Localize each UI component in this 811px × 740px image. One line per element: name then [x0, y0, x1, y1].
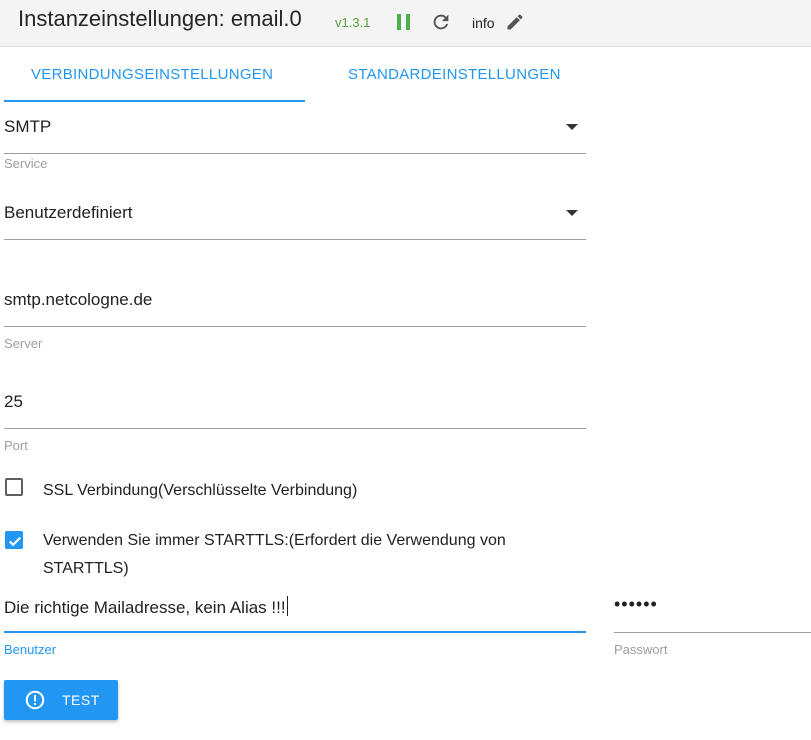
- test-button-label: TEST: [62, 692, 100, 708]
- starttls-checkbox[interactable]: [5, 531, 23, 549]
- starttls-label-line1: Verwenden Sie immer STARTTLS:(Erfordert …: [43, 532, 506, 549]
- chevron-down-icon[interactable]: [566, 124, 578, 130]
- tab-connection-settings[interactable]: VERBINDUNGSEINSTELLUNGEN: [31, 66, 273, 83]
- starttls-label-line2: STARTTLS): [43, 560, 129, 577]
- user-input-text: Die richtige Mailadresse, kein Alias !!!: [4, 598, 286, 617]
- test-button[interactable]: TEST: [4, 680, 118, 720]
- password-input[interactable]: ••••••: [614, 594, 658, 615]
- transport-underline: [4, 153, 586, 154]
- starttls-checkbox-label[interactable]: Verwenden Sie immer STARTTLS:(Erfordert …: [43, 527, 506, 583]
- port-label: Port: [4, 438, 28, 453]
- service-select-value: Benutzerdefiniert: [4, 203, 133, 222]
- transport-label: Service: [4, 156, 48, 171]
- pause-icon[interactable]: [396, 14, 412, 30]
- password-underline: [614, 632, 811, 633]
- edit-icon[interactable]: [505, 12, 525, 32]
- check-icon: [8, 536, 22, 547]
- alert-circle-icon: [25, 690, 45, 710]
- tab-default-settings[interactable]: STANDARDEINSTELLUNGEN: [348, 66, 561, 83]
- page-title: Instanzeinstellungen: email.0: [18, 6, 302, 31]
- server-label: Server: [4, 336, 43, 351]
- user-label: Benutzer: [4, 642, 57, 657]
- server-underline: [4, 326, 586, 327]
- transport-select-value: SMTP: [4, 117, 52, 136]
- password-label: Passwort: [614, 642, 668, 657]
- active-tab-indicator: [4, 100, 305, 102]
- text-caret: [286, 596, 288, 616]
- user-input[interactable]: Die richtige Mailadresse, kein Alias !!!: [4, 596, 288, 618]
- ssl-checkbox[interactable]: [5, 478, 23, 496]
- title-bar: Instanzeinstellungen: email.0 v1.3.1 inf…: [0, 0, 811, 47]
- port-input[interactable]: 25: [4, 392, 23, 412]
- user-underline: [4, 631, 586, 633]
- server-input[interactable]: smtp.netcologne.de: [4, 290, 152, 310]
- service-underline: [4, 239, 586, 240]
- ssl-checkbox-label[interactable]: SSL Verbindung(Verschlüsselte Verbindung…: [43, 477, 357, 505]
- version-label: v1.3.1: [335, 15, 371, 30]
- reload-icon[interactable]: [430, 11, 452, 33]
- port-underline: [4, 428, 586, 429]
- info-label[interactable]: info: [472, 15, 495, 31]
- chevron-down-icon[interactable]: [566, 210, 578, 216]
